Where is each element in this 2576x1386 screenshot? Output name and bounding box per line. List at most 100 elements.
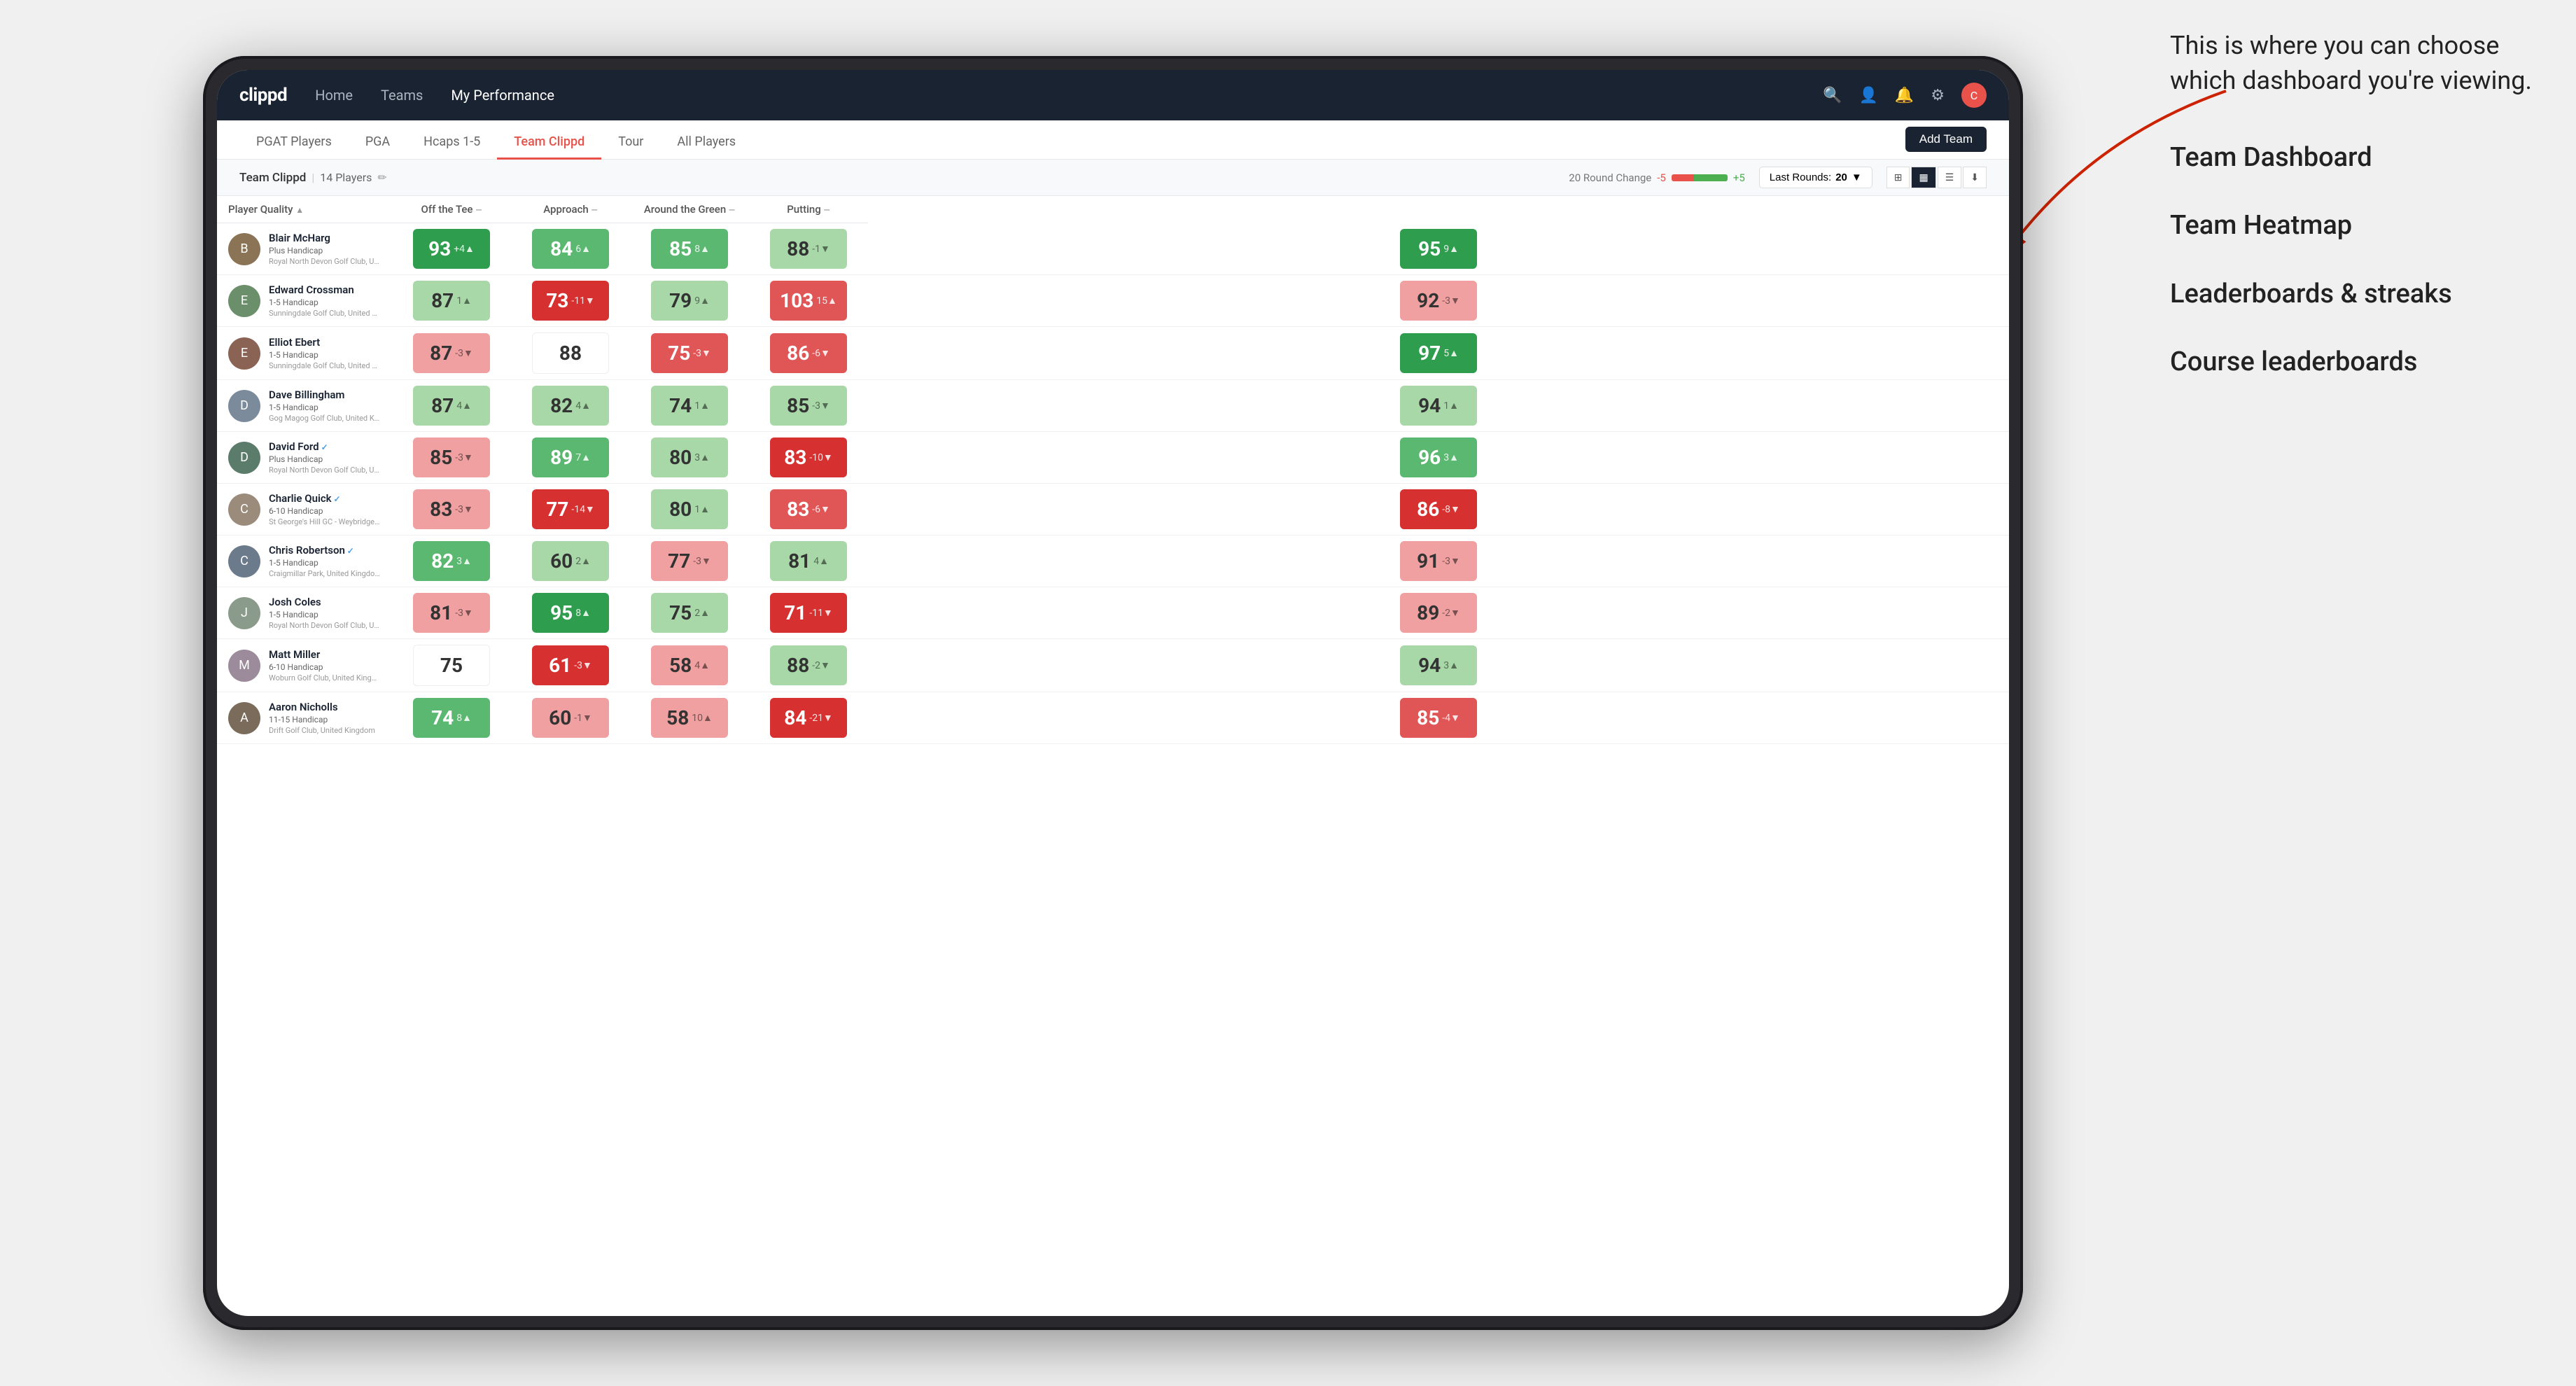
player-info-3: Dave Billingham 1-5 Handicap Gog Magog G…: [269, 388, 381, 423]
nav-link-teams[interactable]: Teams: [381, 84, 423, 106]
tab-pga[interactable]: PGA: [349, 126, 407, 160]
add-team-button[interactable]: Add Team: [1905, 127, 1987, 152]
score-value-0-4: 95: [1418, 237, 1441, 260]
score-cell-2-1: 88: [511, 327, 630, 380]
player-info-4: David Ford ✓ Plus Handicap Royal North D…: [269, 440, 381, 475]
color-bar: [1672, 174, 1728, 181]
score-cell-6-4: 91 -3▼: [868, 536, 2009, 587]
view-options-button[interactable]: ⬇: [1963, 167, 1987, 188]
score-box-7-1: 95 8▲: [532, 593, 609, 633]
player-cell-0[interactable]: B Blair McHarg Plus Handicap Royal North…: [217, 223, 392, 275]
score-box-5-0: 83 -3▼: [413, 489, 490, 529]
player-cell-1[interactable]: E Edward Crossman 1-5 Handicap Sunningda…: [217, 275, 392, 327]
player-cell-9[interactable]: A Aaron Nicholls 11-15 Handicap Drift Go…: [217, 692, 392, 744]
score-value-6-3: 81: [788, 550, 811, 573]
tab-tour[interactable]: Tour: [601, 126, 660, 160]
score-change-2-4: 5▲: [1443, 347, 1459, 359]
last-rounds-button[interactable]: Last Rounds: 20 ▼: [1759, 167, 1872, 188]
tab-allplayers[interactable]: All Players: [660, 126, 752, 160]
score-value-4-4: 96: [1418, 446, 1441, 469]
view-list-button[interactable]: ☰: [1938, 167, 1962, 188]
score-change-0-2: 8▲: [694, 243, 710, 255]
sort-arrow-offtee[interactable]: —: [475, 205, 482, 215]
player-cell-4[interactable]: D David Ford ✓ Plus Handicap Royal North…: [217, 432, 392, 484]
player-club-7: Royal North Devon Golf Club, United King…: [269, 621, 381, 630]
score-change-5-4: -8▼: [1442, 503, 1460, 515]
col-putting: Putting —: [749, 196, 868, 223]
score-box-1-3: 103 15▲: [770, 281, 847, 321]
nav-link-myperformance[interactable]: My Performance: [451, 84, 554, 106]
score-value-3-4: 94: [1418, 394, 1441, 417]
player-hcap-7: 1-5 Handicap: [269, 610, 381, 620]
score-cell-2-0: 87 -3▼: [392, 327, 511, 380]
player-avatar-1: E: [228, 285, 260, 317]
tab-pgat[interactable]: PGAT Players: [239, 126, 349, 160]
search-icon[interactable]: 🔍: [1823, 87, 1842, 104]
score-value-2-3: 86: [787, 342, 809, 365]
player-cell-8[interactable]: M Matt Miller 6-10 Handicap Woburn Golf …: [217, 639, 392, 692]
player-cell-3[interactable]: D Dave Billingham 1-5 Handicap Gog Magog…: [217, 380, 392, 432]
col-approach: Approach —: [511, 196, 630, 223]
score-change-7-2: 2▲: [694, 607, 710, 619]
score-box-7-3: 71 -11▼: [770, 593, 847, 633]
table-row: C Charlie Quick ✓ 6-10 Handicap St Georg…: [217, 484, 2009, 536]
score-change-8-1: -3▼: [574, 659, 592, 671]
view-heatmap-button[interactable]: ▦: [1911, 167, 1935, 188]
sort-arrow-putting[interactable]: —: [824, 205, 830, 215]
col-around: Around the Green —: [630, 196, 749, 223]
player-cell-6[interactable]: C Chris Robertson ✓ 1-5 Handicap Craigmi…: [217, 536, 392, 587]
settings-icon[interactable]: ⚙: [1931, 87, 1945, 104]
player-name-8: Matt Miller: [269, 648, 381, 661]
score-cell-3-3: 85 -3▼: [749, 380, 868, 432]
person-icon[interactable]: 👤: [1858, 87, 1877, 104]
table-container: Player Quality ▲ Off the Tee — Approach …: [217, 196, 2009, 1280]
score-value-4-1: 89: [550, 446, 573, 469]
score-cell-9-4: 85 -4▼: [868, 692, 2009, 744]
col-offtee: Off the Tee —: [392, 196, 511, 223]
annotation-item-2: Leaderboards & streaks: [2170, 277, 2534, 312]
tab-teamclippd[interactable]: Team Clippd: [497, 126, 601, 160]
player-cell-5[interactable]: C Charlie Quick ✓ 6-10 Handicap St Georg…: [217, 484, 392, 536]
sort-arrow-player[interactable]: ▲: [295, 205, 304, 215]
score-value-1-1: 73: [546, 289, 568, 312]
player-cell-2[interactable]: E Elliot Ebert 1-5 Handicap Sunningdale …: [217, 327, 392, 380]
score-cell-8-4: 94 3▲: [868, 639, 2009, 692]
table-row: D David Ford ✓ Plus Handicap Royal North…: [217, 432, 2009, 484]
score-change-5-2: 1▲: [694, 503, 710, 515]
user-avatar[interactable]: C: [1961, 83, 1987, 108]
score-cell-4-4: 96 3▲: [868, 432, 2009, 484]
tab-hcaps[interactable]: Hcaps 1-5: [407, 126, 497, 160]
score-change-5-3: -6▼: [812, 503, 830, 515]
sort-arrow-around[interactable]: —: [729, 205, 735, 215]
score-box-1-0: 87 1▲: [413, 281, 490, 321]
player-avatar-3: D: [228, 390, 260, 422]
score-change-8-4: 3▲: [1443, 659, 1459, 671]
edit-icon[interactable]: ✏: [377, 171, 386, 184]
sort-arrow-approach[interactable]: —: [592, 205, 598, 215]
score-value-2-2: 75: [668, 342, 690, 365]
score-change-4-4: 3▲: [1443, 451, 1459, 463]
scores-table: Player Quality ▲ Off the Tee — Approach …: [217, 196, 2009, 744]
verified-icon: ✓: [345, 546, 354, 556]
score-change-1-3: 15▲: [816, 295, 837, 307]
color-bar-green: [1694, 174, 1728, 181]
score-box-5-1: 77 -14▼: [532, 489, 609, 529]
score-change-1-4: -3▼: [1442, 295, 1460, 307]
score-value-0-3: 88: [787, 237, 809, 260]
verified-icon: ✓: [319, 442, 328, 452]
player-avatar-9: A: [228, 702, 260, 734]
player-club-1: Sunningdale Golf Club, United Kingdom: [269, 309, 381, 318]
score-value-6-4: 91: [1417, 550, 1439, 573]
nav-link-home[interactable]: Home: [315, 84, 353, 106]
player-cell-7[interactable]: J Josh Coles 1-5 Handicap Royal North De…: [217, 587, 392, 639]
view-grid-button[interactable]: ⊞: [1886, 167, 1910, 188]
round-change: 20 Round Change -5 +5: [1569, 172, 1745, 184]
score-value-1-0: 87: [431, 289, 454, 312]
score-value-9-3: 84: [784, 706, 806, 729]
score-value-7-2: 75: [669, 601, 692, 624]
score-value-3-2: 74: [669, 394, 692, 417]
score-box-3-3: 85 -3▼: [770, 386, 847, 426]
bell-icon[interactable]: 🔔: [1895, 87, 1914, 104]
score-value-5-0: 83: [430, 498, 452, 521]
score-change-0-1: 6▲: [575, 243, 591, 255]
